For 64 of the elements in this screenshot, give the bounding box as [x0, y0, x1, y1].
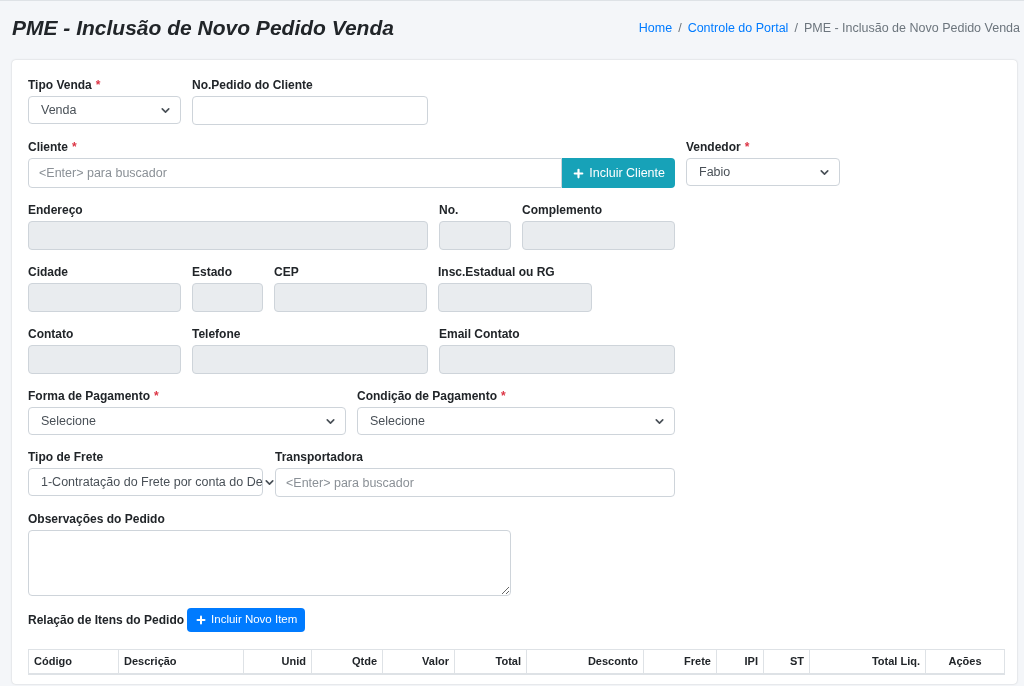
field-label: Tipo Venda	[28, 76, 92, 94]
column-header: Total Liq.	[809, 649, 926, 674]
readonly-field[interactable]	[438, 283, 592, 312]
readonly-field[interactable]	[439, 221, 511, 250]
breadcrumb-current: PME - Inclusão de Novo Pedido Venda	[803, 19, 1020, 37]
field-label: Vendedor	[686, 138, 741, 156]
required-mark: *	[501, 387, 506, 405]
input-field[interactable]: <Enter> para buscador	[275, 468, 675, 497]
notes-textarea[interactable]	[28, 530, 511, 596]
field-label: Condição de Pagamento	[357, 387, 498, 405]
field-label: Observações do Pedido	[28, 510, 165, 528]
required-mark: *	[95, 76, 101, 94]
field-label: Transportadora	[275, 448, 364, 466]
column-header: Unid	[243, 649, 312, 674]
search-field[interactable]: <Enter> para buscador	[28, 158, 563, 188]
field-label: Insc.Estadual ou RG	[438, 263, 555, 281]
dropdown-field[interactable]: Venda	[28, 96, 181, 124]
readonly-field[interactable]	[28, 221, 428, 250]
required-mark: *	[154, 387, 159, 405]
field-label: Telefone	[192, 325, 241, 343]
breadcrumb-separator: /	[677, 19, 683, 37]
field-label: Contato	[28, 325, 74, 343]
dropdown-field[interactable]: Selecione	[357, 407, 675, 435]
dropdown-field[interactable]: Fabio	[686, 158, 840, 186]
field-label: Forma de Pagamento	[28, 387, 151, 405]
readonly-field[interactable]	[274, 283, 427, 312]
field-label: Email Contato	[439, 325, 520, 343]
input-field[interactable]	[192, 96, 428, 125]
column-header: Valor	[382, 649, 455, 674]
breadcrumb-link[interactable]: Home	[638, 18, 673, 38]
column-header: IPI	[716, 649, 764, 674]
readonly-field[interactable]	[439, 345, 675, 374]
field-label: No.Pedido do Cliente	[192, 76, 313, 94]
readonly-field[interactable]	[28, 345, 181, 374]
column-header: Ações	[925, 649, 1005, 674]
column-header: Código	[28, 649, 119, 674]
required-mark: *	[744, 138, 750, 156]
plus-icon	[572, 166, 586, 180]
column-header: Qtde	[311, 649, 383, 674]
breadcrumb-link[interactable]: Controle do Portal	[687, 18, 789, 38]
field-label: Endereço	[28, 201, 83, 219]
breadcrumb-separator: /	[793, 19, 799, 37]
column-header: Descrição	[118, 649, 244, 674]
readonly-field[interactable]	[522, 221, 675, 250]
dropdown-field[interactable]: Selecione	[28, 407, 346, 435]
required-mark: *	[72, 138, 77, 156]
readonly-field[interactable]	[192, 283, 263, 312]
field-label: CEP	[274, 263, 299, 281]
column-header: Frete	[643, 649, 717, 674]
add-item-button[interactable]: Incluir Novo Item	[187, 608, 306, 632]
field-label: Cliente	[28, 138, 68, 156]
readonly-field[interactable]	[192, 345, 428, 374]
column-header: Total	[454, 649, 527, 674]
plus-icon	[195, 614, 208, 626]
field-label: No.	[439, 201, 459, 219]
section-title: Relação de Itens do Pedido	[28, 612, 185, 629]
field-label: Tipo de Frete	[28, 448, 104, 466]
field-label: Cidade	[28, 263, 68, 281]
field-label: Estado	[192, 263, 232, 281]
field-label: Complemento	[522, 201, 602, 219]
column-header: Desconto	[526, 649, 644, 674]
page-title: PME - Inclusão de Novo Pedido Venda	[12, 15, 394, 42]
column-header: ST	[763, 649, 810, 674]
readonly-field[interactable]	[28, 283, 181, 312]
